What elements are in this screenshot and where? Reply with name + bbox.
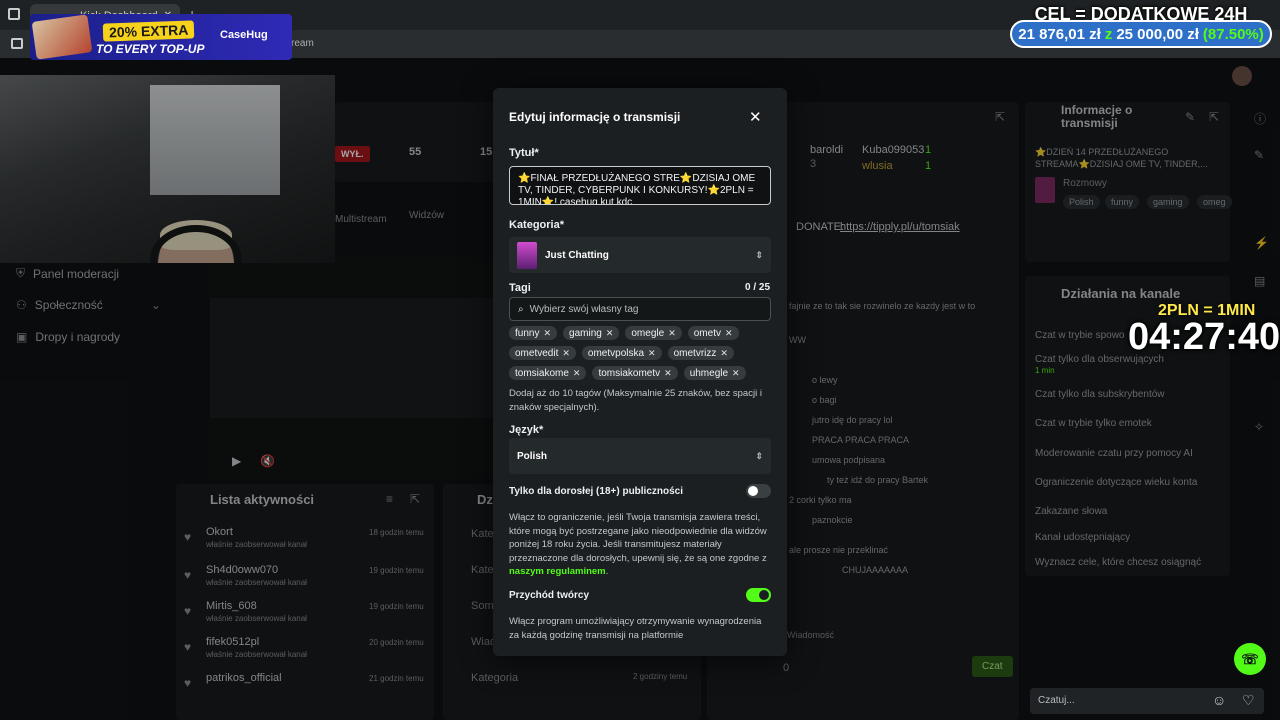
window-menu-icon[interactable]	[8, 8, 20, 20]
ad-brand: CaseHug	[220, 29, 268, 41]
creator-revenue-toggle[interactable]	[746, 588, 771, 602]
remove-tag-icon[interactable]: ✕	[606, 328, 614, 339]
tag-list: funny ✕ gaming ✕ omegle ✕ ometv ✕ ometvedit ✕…	[509, 326, 771, 380]
category-select[interactable]: Just Chatting ⇕	[509, 237, 771, 273]
ad-banner[interactable]: 20% EXTRA TO EVERY TOP-UP CaseHug	[30, 14, 292, 60]
remove-tag-icon[interactable]: ✕	[720, 348, 728, 359]
tags-help: Dodaj aż do 10 tagów (Maksymalnie 25 zna…	[509, 388, 762, 413]
tag-label: tomsiakome	[515, 367, 569, 379]
tag-chip: tomsiakometv ✕	[592, 366, 678, 380]
adult-label: Tylko dla dorosłej (18+) publiczności	[509, 486, 684, 497]
emoji-icon[interactable]: ☺	[1212, 692, 1226, 708]
sidebar-toggle-icon[interactable]	[11, 38, 23, 49]
close-icon[interactable]: ✕	[749, 108, 762, 126]
toggle-knob	[748, 486, 758, 496]
tags-input[interactable]: ⌕ Wybierz swój własny tag	[509, 297, 771, 321]
language-label: Język*	[509, 424, 544, 436]
title-label: Tytuł*	[509, 147, 539, 159]
category-label: Kategoria*	[509, 219, 565, 231]
tags-label: Tagi	[509, 282, 531, 294]
heart-icon[interactable]: ♡	[1242, 692, 1255, 709]
creator-revenue-help: Włącz program umożliwiający otrzymywanie…	[509, 616, 762, 641]
tag-label: ometvedit	[515, 347, 559, 359]
edit-stream-modal: Edytuj informację o transmisji ✕ Tytuł* …	[493, 88, 787, 656]
category-thumbnail	[517, 241, 537, 269]
remove-tag-icon[interactable]: ✕	[648, 348, 656, 359]
chevron-updown-icon: ⇕	[755, 450, 763, 461]
side-chat-placeholder: Czatuj...	[1038, 695, 1075, 706]
tag-label: omegle	[631, 327, 665, 339]
ad-topup: TO EVERY TOP-UP	[96, 42, 205, 56]
title-input[interactable]: ⭐FINAŁ PRZEDŁUŻANEGO STRE⭐DZISIAJ OME TV…	[509, 166, 771, 205]
tag-label: ometv	[693, 327, 721, 339]
ad-extra: 20% EXTRA	[102, 20, 195, 42]
tag-label: uhmegle	[689, 367, 729, 379]
remove-tag-icon[interactable]: ✕	[664, 368, 672, 379]
tag-chip: funny ✕	[509, 326, 558, 340]
goal-bar: 21 876,01 zł z 25 000,00 zł (87.50%)	[1010, 20, 1272, 48]
tag-chip: gaming ✕	[563, 326, 620, 340]
category-value: Just Chatting	[545, 249, 609, 261]
creator-revenue-label: Przychód twórcy	[509, 590, 590, 601]
language-select[interactable]: Polish ⇕	[509, 438, 771, 474]
timer-value: 04:27:40	[1128, 316, 1280, 358]
remove-tag-icon[interactable]: ✕	[543, 328, 551, 339]
tag-label: ometvrizz	[673, 347, 717, 359]
tags-count: 0 / 25	[745, 282, 771, 293]
adult-help-end: .	[605, 566, 609, 577]
remove-tag-icon[interactable]: ✕	[668, 328, 676, 339]
search-icon: ⌕	[518, 303, 524, 315]
tag-label: tomsiakometv	[598, 367, 661, 379]
tag-chip: ometv ✕	[687, 326, 739, 340]
remove-tag-icon[interactable]: ✕	[732, 368, 740, 379]
adult-help: Włącz to ograniczenie, jeśli Twoja trans…	[509, 511, 773, 579]
goal-of: z	[1104, 25, 1113, 43]
adult-help-text: Włącz to ograniczenie, jeśli Twoja trans…	[509, 512, 767, 564]
tag-chip: ometvedit ✕	[509, 346, 576, 360]
language-value: Polish	[517, 450, 548, 462]
address-text: ream	[291, 38, 314, 49]
tag-label: gaming	[569, 327, 602, 339]
tag-chip: uhmegle ✕	[683, 366, 746, 380]
terms-link[interactable]: naszym regulaminem	[509, 566, 606, 577]
modal-title: Edytuj informację o transmisji	[509, 110, 681, 124]
goal-current: 21 876,01 zł	[1018, 25, 1101, 43]
tag-chip: omegle ✕	[625, 326, 682, 340]
gift-box-icon	[31, 14, 93, 60]
remove-tag-icon[interactable]: ✕	[573, 368, 581, 379]
tag-chip: tomsiakome ✕	[509, 366, 587, 380]
goal-percent: (87.50%)	[1202, 25, 1264, 43]
chevron-updown-icon: ⇕	[755, 249, 763, 260]
tag-label: funny	[515, 327, 540, 339]
remove-tag-icon[interactable]: ✕	[725, 328, 733, 339]
remove-tag-icon[interactable]: ✕	[562, 348, 570, 359]
side-chat-input[interactable]: Czatuj... ☺ ♡	[1030, 688, 1264, 714]
support-button[interactable]: ☏	[1234, 643, 1266, 675]
tag-label: ometvpolska	[587, 347, 645, 359]
goal-target: 25 000,00 zł	[1116, 25, 1199, 43]
tags-placeholder: Wybierz swój własny tag	[529, 303, 639, 315]
tag-chip: ometvpolska ✕	[581, 346, 662, 360]
tag-chip: ometvrizz ✕	[667, 346, 734, 360]
adult-toggle[interactable]	[746, 484, 771, 498]
toggle-knob	[759, 590, 769, 600]
